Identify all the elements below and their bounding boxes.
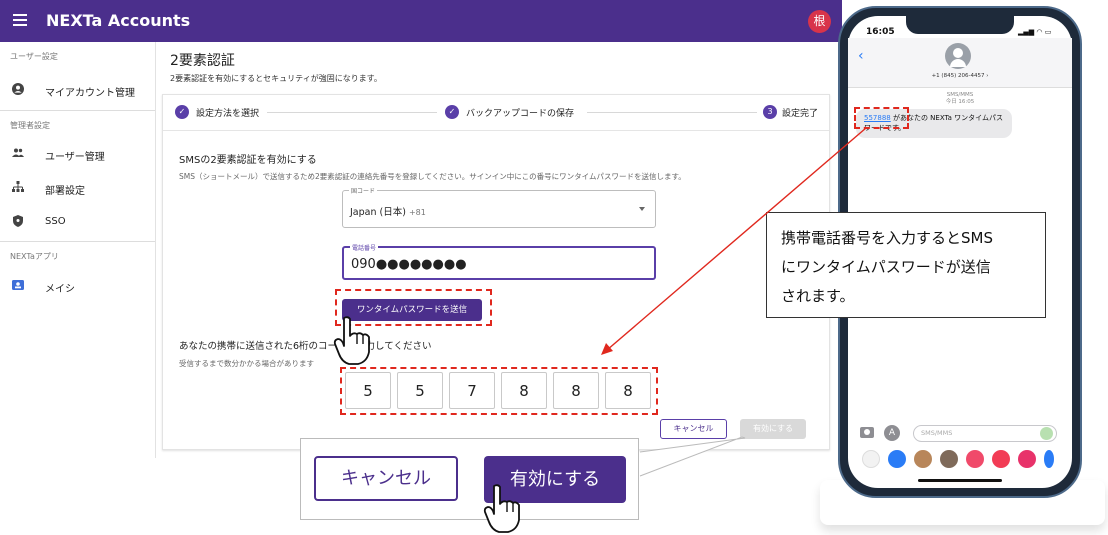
sidebar-section-admin-settings: 管理者設定 [10,121,50,130]
sidebar-item-my-account[interactable]: マイアカウント管理 [0,77,155,103]
cancel-button[interactable]: キャンセル [660,419,727,439]
code-digit-input[interactable]: 8 [605,372,651,409]
sidebar-item-department[interactable]: 部署設定 [0,175,155,201]
code-digit-input[interactable]: 8 [553,372,599,409]
animoji-app-icon[interactable] [940,450,958,468]
org-chart-icon [12,181,24,192]
home-indicator [918,479,1002,482]
check-circle-icon: ✓ [175,105,189,119]
message-channel: SMS/MMS [946,92,974,98]
card-divider [163,130,829,131]
step-3-circle: 3 [763,105,777,119]
cancel-button-zoomed[interactable]: キャンセル [314,456,458,501]
search-images-app-icon[interactable] [966,450,984,468]
sidebar-item-sso[interactable]: SSO [0,209,155,235]
stepper: ✓ 設定方法を選択 ✓ バックアップコードの保存 3 設定完了 [175,102,825,122]
sidebar-item-label: SSO [45,216,66,227]
app-title: NEXTa Accounts [46,11,191,30]
otp-code-highlight [854,107,909,129]
user-avatar[interactable]: 根 [808,10,831,33]
page-title: 2要素認証 [170,53,235,69]
sidebar-border [155,42,156,458]
heart-app-icon[interactable] [1018,450,1036,468]
sidebar-item-user-management[interactable]: ユーザー管理 [0,141,155,167]
shield-icon [13,215,23,227]
send-otp-button[interactable]: ワンタイムパスワードを送信 [342,299,482,321]
annotation-line: にワンタイムパスワードが送信 [781,258,991,276]
contact-card-icon [12,280,24,290]
account-circle-icon [12,83,24,95]
app-bar: NEXTa Accounts 根 [0,0,842,42]
code-hint: 受信するまで数分かかる場合があります [179,359,314,368]
code-digit-input[interactable]: 5 [397,372,443,409]
sidebar-item-label: メイシ [45,284,75,295]
contact-number[interactable]: +1 (845) 206-4457 › [848,73,1072,79]
country-code-value: Japan (日本) +81 [350,204,426,218]
sms-description: SMS（ショートメール）で送信するため2要素認証の連絡先番号を登録してください。… [179,172,686,181]
step-connector [267,112,437,113]
sidebar-item-meishi[interactable]: メイシ [0,273,155,299]
photos-app-icon[interactable] [862,450,880,468]
annotation-box: 携帯電話番号を入力するとSMS にワンタイムパスワードが送信 されます。 [766,212,1046,318]
music-app-icon[interactable] [992,450,1010,468]
step-3-label: 設定完了 [782,109,819,119]
people-icon [12,148,24,157]
sidebar-divider [0,241,155,242]
country-code-select[interactable]: 国コード Japan (日本) +81 [342,186,656,228]
chevron-down-icon [639,207,645,211]
menu-icon[interactable] [13,14,27,26]
sidebar-section-user-settings: ユーザー設定 [10,52,58,61]
country-name: Japan (日本) [350,207,406,218]
app-store-app-icon[interactable] [888,450,906,468]
code-digit-input[interactable]: 8 [501,372,547,409]
message-input[interactable]: SMS/MMS [913,425,1057,442]
sidebar-divider [0,110,155,111]
annotation-line: 携帯電話番号を入力するとSMS [781,229,993,247]
sidebar-section-nexta-apps: NEXTaアプリ [10,252,59,261]
app-store-icon[interactable]: A [884,425,900,441]
memoji-app-icon[interactable] [914,450,932,468]
phone-number-label: 電話番号 [350,243,379,252]
sidebar-item-label: 部署設定 [45,186,85,197]
phone-notch [906,14,1014,34]
sidebar-item-label: マイアカウント管理 [45,88,135,99]
contact-avatar-icon [945,43,971,69]
country-code-label: 国コード [349,186,378,195]
code-digit-input[interactable]: 5 [345,372,391,409]
more-apps-icon[interactable] [1044,450,1054,468]
phone-number-field[interactable]: 電話番号 090●●●●●●●● [342,243,656,280]
code-instruction: あなたの携帯に送信された6桁のコードを入力してください [179,341,432,352]
message-timestamp: 今日 16:05 [945,99,975,105]
country-dial-code: +81 [408,208,426,217]
annotation-line: されます。 [781,287,855,305]
code-digit-input[interactable]: 7 [449,372,495,409]
sms-section-title: SMSの2要素認証を有効にする [179,155,317,166]
enable-button-zoomed[interactable]: 有効にする [484,456,626,503]
step-2-label: バックアップコードの保存 [466,109,575,119]
camera-icon[interactable] [860,427,874,438]
message-meta: SMS/MMS 今日 16:05 [848,92,1072,106]
enable-button[interactable]: 有効にする [740,419,806,439]
status-time: 16:05 [866,27,895,37]
sidebar-item-label: ユーザー管理 [45,152,105,163]
back-chevron-icon[interactable]: ‹ [858,48,864,64]
page-subtitle: 2要素認証を有効にするとセキュリティが強固になります。 [170,74,382,83]
send-arrow-icon[interactable] [1040,427,1053,440]
contact-number-text: +1 (845) 206-4457 [931,73,985,79]
step-1-label: 設定方法を選択 [196,109,260,119]
step-connector [587,112,757,113]
status-icons: ▂▄▆ ◠ ▭ [1018,28,1052,36]
phone-number-value: 090●●●●●●●● [351,257,467,272]
check-circle-icon: ✓ [445,105,459,119]
